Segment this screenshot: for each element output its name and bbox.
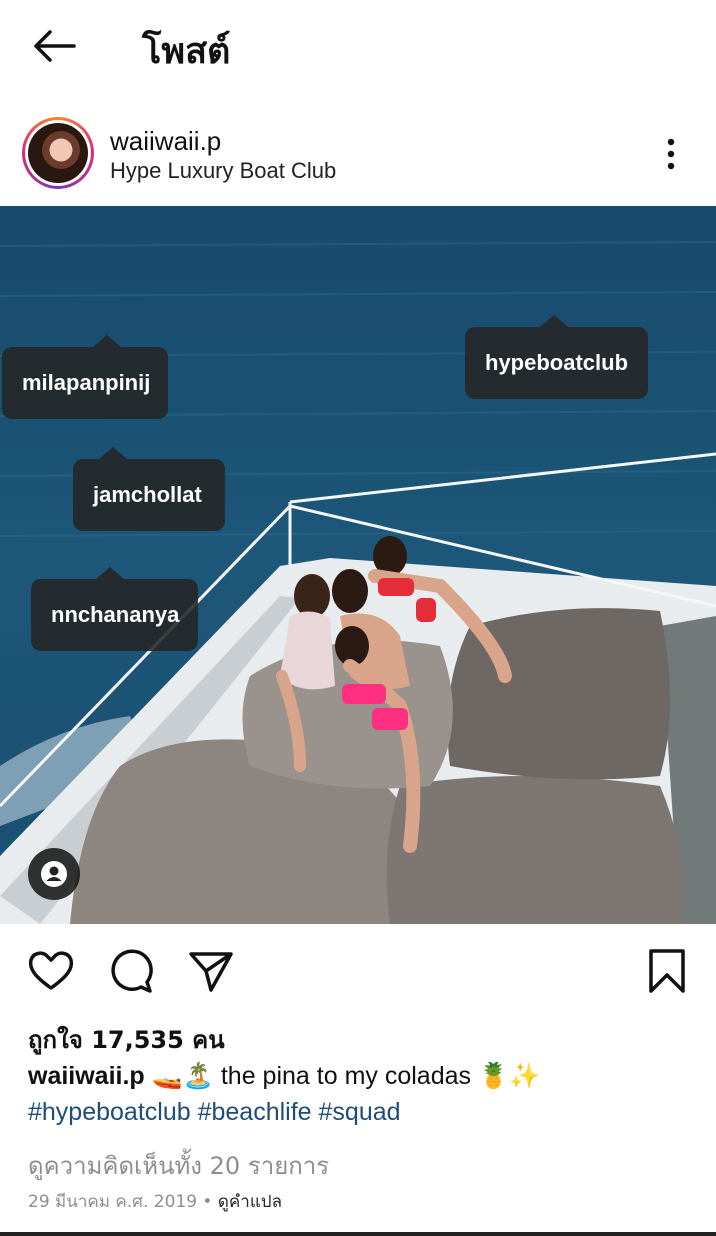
likes-count[interactable]: ถูกใจ 17,535 คน	[28, 1020, 225, 1059]
page-title: โพสต์	[142, 31, 231, 72]
more-vertical-icon	[667, 138, 675, 170]
action-bar	[0, 936, 716, 1006]
save-button[interactable]	[642, 946, 692, 996]
share-button[interactable]	[186, 946, 236, 996]
caption-username[interactable]: waiiwaii.p	[28, 1062, 145, 1090]
comment-button[interactable]	[106, 946, 156, 996]
caption-text: 🚤🏝️ the pina to my coladas 🍍✨	[151, 1062, 541, 1090]
top-bar: โพสต์	[0, 0, 716, 96]
arrow-left-icon	[34, 30, 76, 62]
person-icon	[41, 861, 67, 887]
post-location[interactable]: Hype Luxury Boat Club	[110, 158, 336, 184]
view-all-comments-link[interactable]: ดูความคิดเห็นทั้ง 20 รายการ	[28, 1146, 329, 1185]
heart-icon	[28, 951, 74, 990]
like-button[interactable]	[26, 946, 76, 996]
meta-separator: •	[197, 1192, 218, 1212]
caption: waiiwaii.p 🚤🏝️ the pina to my coladas 🍍✨	[28, 1062, 540, 1091]
tagged-users-button[interactable]	[28, 848, 80, 900]
user-tag[interactable]: nnchananya	[31, 579, 198, 651]
back-button[interactable]	[30, 26, 80, 66]
hashtag-link[interactable]: #squad	[319, 1098, 401, 1126]
user-tag[interactable]: milapanpinij	[2, 347, 168, 419]
post-date: 29 มีนาคม ค.ศ. 2019	[28, 1192, 198, 1212]
post-meta: 29 มีนาคม ค.ศ. 2019 • ดูคำแปล	[28, 1188, 282, 1215]
hashtag-link[interactable]: #beachlife	[198, 1098, 312, 1126]
user-tag[interactable]: jamchollat	[73, 459, 225, 531]
user-tag[interactable]: hypeboatclub	[465, 327, 648, 399]
comment-icon	[111, 949, 153, 993]
post-username[interactable]: waiiwaii.p	[110, 126, 221, 157]
avatar-image	[28, 123, 88, 183]
avatar[interactable]	[22, 117, 94, 189]
translate-link[interactable]: ดูคำแปล	[218, 1192, 282, 1212]
hashtag-link[interactable]: #hypeboatclub	[28, 1098, 191, 1126]
hashtags: #hypeboatclub #beachlife #squad	[28, 1098, 401, 1127]
more-options-button[interactable]	[656, 134, 686, 174]
boat-scene-image	[0, 206, 716, 924]
divider	[0, 1232, 716, 1236]
post-photo[interactable]: milapanpinij hypeboatclub jamchollat nnc…	[0, 206, 716, 924]
paper-plane-icon	[189, 952, 233, 992]
bookmark-icon	[649, 949, 685, 993]
